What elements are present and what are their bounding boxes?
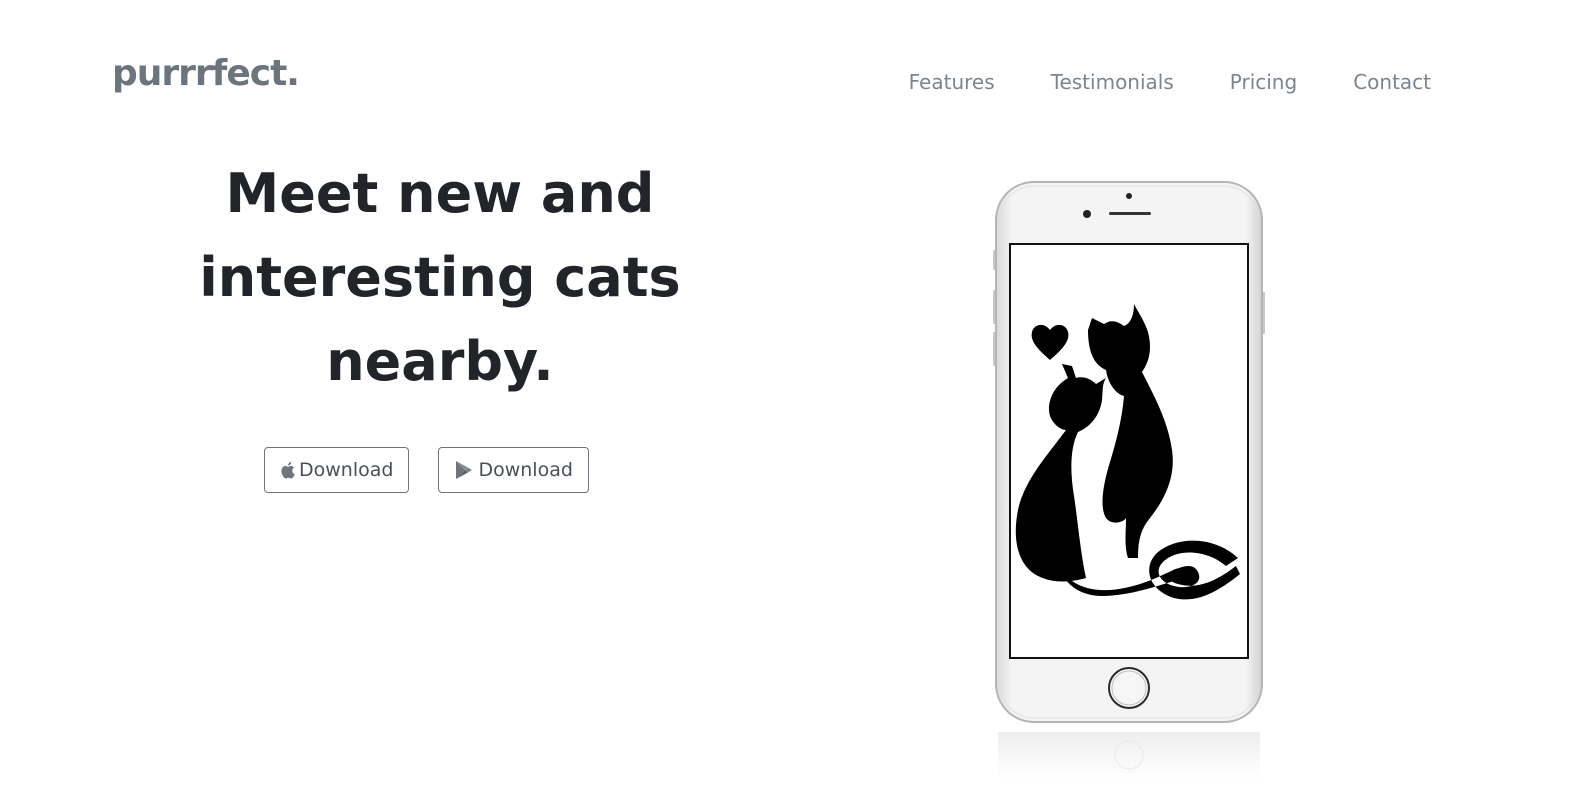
download-buttons: Download Download [264,447,589,493]
hero-title-line: interesting cats [199,246,681,309]
landing-page: purrrfect. Features Testimonials Pricing… [0,0,1583,789]
hero-title-line: Meet new and [225,162,655,225]
brand-logo[interactable]: purrrfect. [112,56,300,92]
nav-link-features[interactable]: Features [909,70,995,94]
apple-download-label: Download [299,459,394,481]
hero-title-line: nearby. [326,330,554,393]
google-play-download-button[interactable]: Download [438,447,589,493]
nav-link-contact[interactable]: Contact [1353,70,1431,94]
hero-title: Meet new and interesting cats nearby. [160,152,720,404]
apple-icon [280,461,295,479]
phone-mockup [992,180,1266,780]
nav-link-testimonials[interactable]: Testimonials [1051,70,1174,94]
main-nav: Features Testimonials Pricing Contact [909,70,1431,94]
google-play-icon [454,460,474,480]
google-play-download-label: Download [478,459,573,481]
nav-link-pricing[interactable]: Pricing [1230,70,1297,94]
apple-download-button[interactable]: Download [264,447,410,493]
